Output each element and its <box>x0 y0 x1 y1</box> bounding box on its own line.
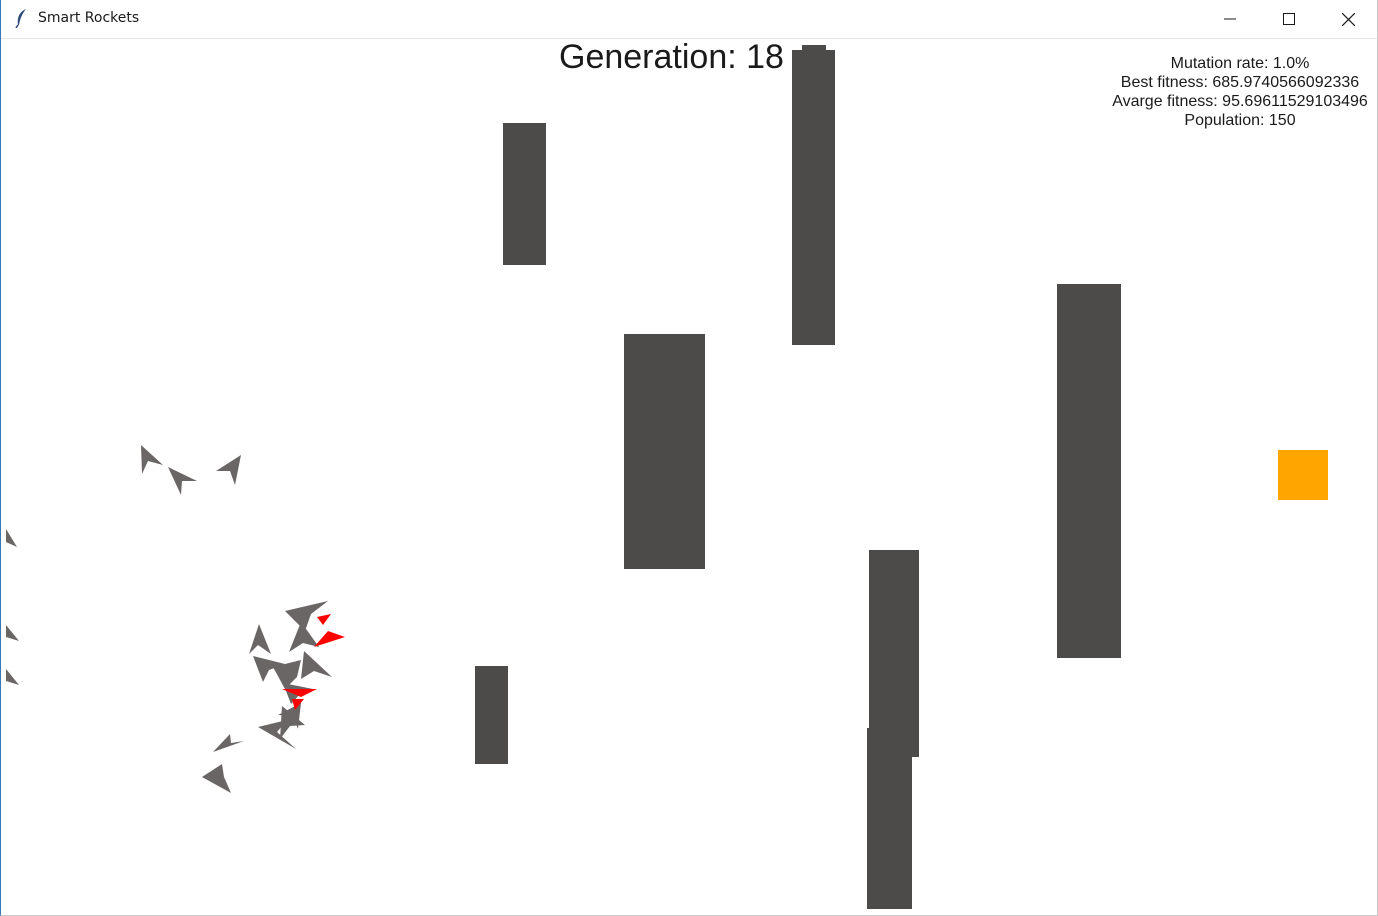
simulation-canvas: Generation: 18 <box>1 38 1377 915</box>
population-label: Population: 150 <box>1184 112 1296 129</box>
close-icon <box>1341 12 1355 26</box>
rocket <box>285 601 328 631</box>
obstacle <box>503 123 546 265</box>
stats-panel: Mutation rate: 1.0% Best fitness: 685.97… <box>1101 54 1377 130</box>
title-bar[interactable]: Smart Rockets <box>1 0 1377 39</box>
rocket <box>213 734 244 752</box>
target <box>1278 450 1328 500</box>
best-fitness-label: Best fitness: 685.9740566092336 <box>1120 74 1360 91</box>
maximize-button[interactable] <box>1260 0 1318 38</box>
obstacle <box>869 550 919 757</box>
mutation-rate-label: Mutation rate: 1.0% <box>1170 55 1310 72</box>
average-fitness-label: Avarge fitness: 95.69611529103496 <box>1112 93 1368 110</box>
close-button[interactable] <box>1319 0 1377 38</box>
rocket <box>141 445 163 474</box>
obstacle <box>792 50 835 345</box>
window-title: Smart Rockets <box>38 10 140 26</box>
minimize-button[interactable] <box>1201 0 1259 38</box>
rocket <box>6 625 19 641</box>
rocket <box>249 624 271 654</box>
minimize-icon <box>1224 18 1236 20</box>
rocket <box>168 467 197 495</box>
rocket <box>6 669 19 685</box>
obstacle <box>624 334 705 569</box>
generation-label: Generation: 18 <box>559 38 784 76</box>
obstacle <box>802 45 826 53</box>
rocket <box>202 764 231 793</box>
best-rocket <box>317 614 331 625</box>
feather-icon <box>15 9 26 28</box>
app-window: Smart Rockets Generation: 18 Mutation ra… <box>0 0 1378 916</box>
obstacle <box>867 728 912 909</box>
best-rocket <box>314 631 345 647</box>
obstacle <box>475 666 508 764</box>
maximize-icon <box>1283 13 1295 25</box>
rocket <box>289 622 319 652</box>
rocket <box>6 529 17 547</box>
rocket <box>216 455 241 485</box>
rocket <box>301 651 332 679</box>
obstacle <box>1057 284 1121 658</box>
simulation-scene <box>6 45 1328 909</box>
